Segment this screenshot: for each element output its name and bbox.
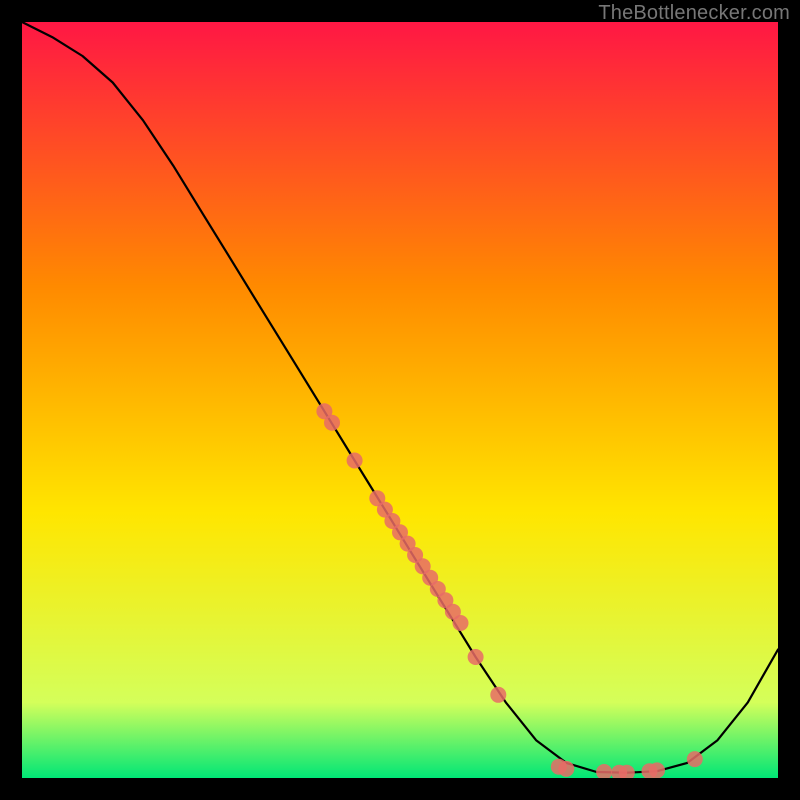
- heat-background: [22, 22, 778, 778]
- data-marker: [468, 649, 484, 665]
- data-marker: [687, 751, 703, 767]
- data-marker: [324, 415, 340, 431]
- data-marker: [453, 615, 469, 631]
- data-marker: [649, 762, 665, 778]
- chart-frame: [22, 22, 778, 778]
- bottleneck-chart: [22, 22, 778, 778]
- data-marker: [558, 761, 574, 777]
- attribution-text: TheBottlenecker.com: [598, 2, 790, 25]
- data-marker: [347, 453, 363, 469]
- data-marker: [490, 687, 506, 703]
